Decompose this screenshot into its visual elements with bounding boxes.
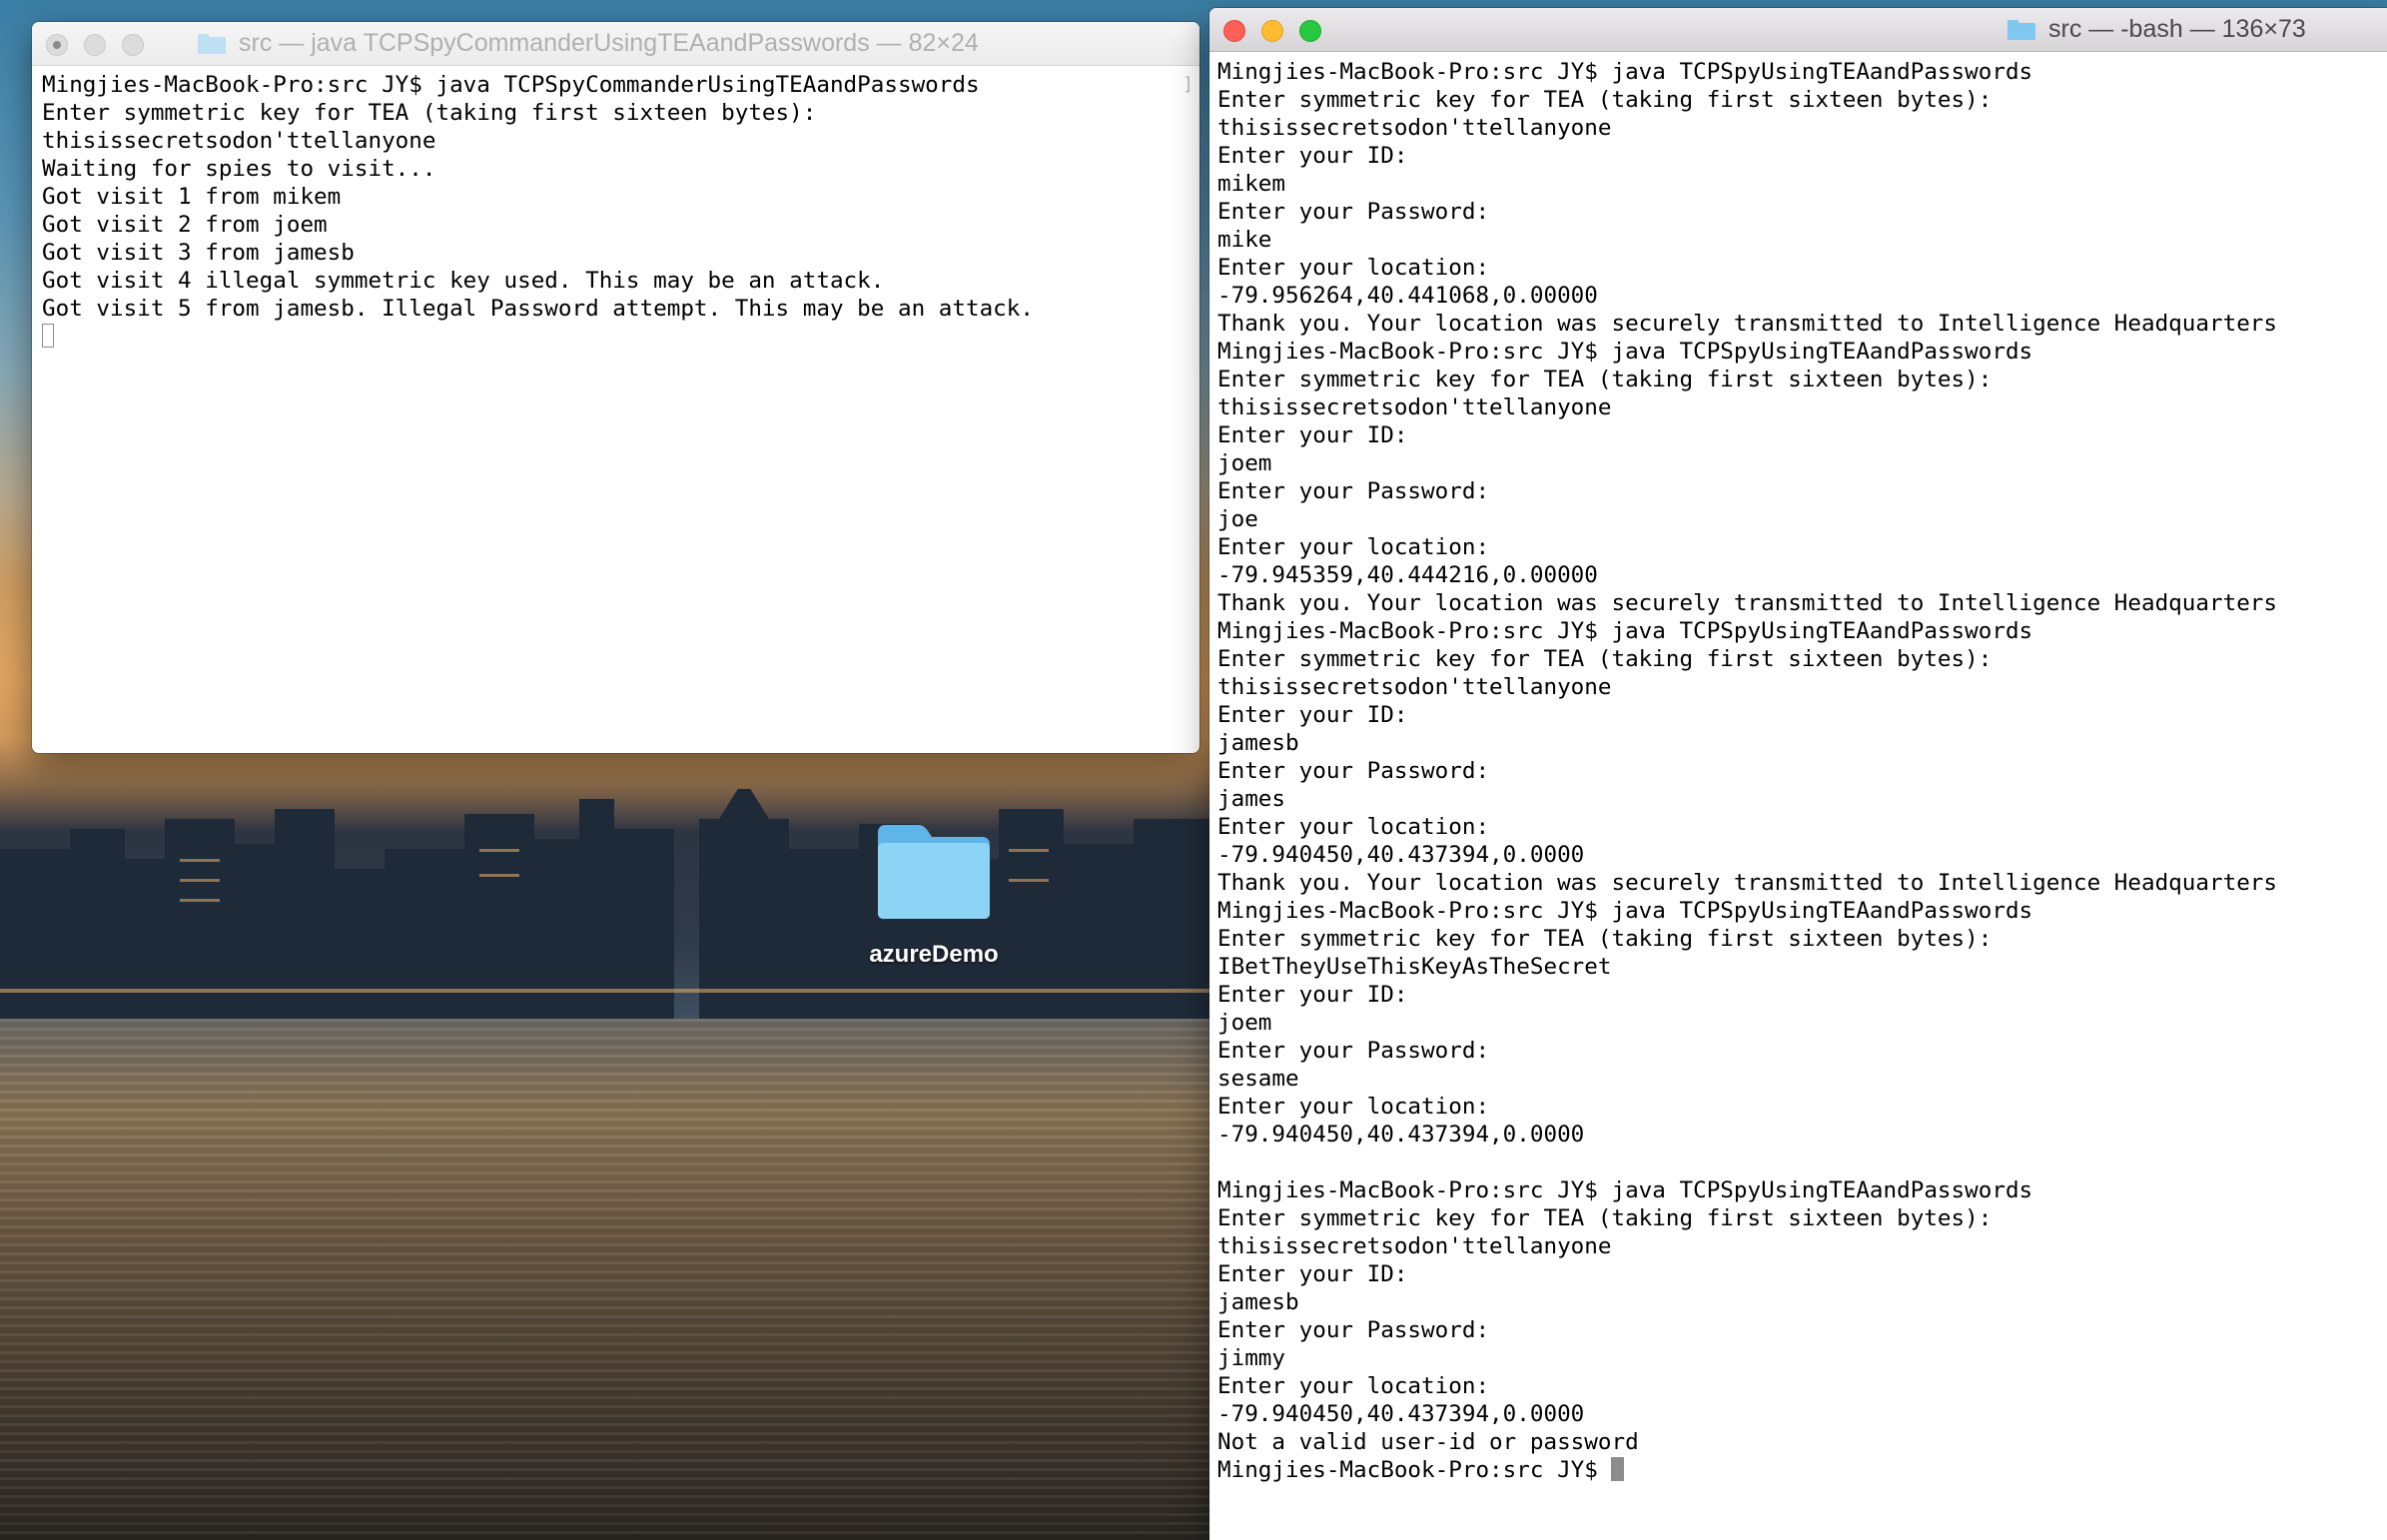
terminal-line: -79.956264,40.441068,0.00000 xyxy=(1217,283,1598,309)
terminal-line: Mingjies-MacBook-Pro:src JY$ java TCPSpy… xyxy=(1217,1177,2033,1203)
terminal-line: Enter your Password: xyxy=(1217,1038,1490,1064)
terminal-line: Got visit 5 from jamesb. Illegal Passwor… xyxy=(42,296,1034,322)
window-titlebar[interactable]: src — -bash — 136×73 xyxy=(1209,8,2387,52)
shell-prompt: Mingjies-MacBook-Pro:src JY$ xyxy=(1217,1457,1612,1483)
terminal-line: Enter symmetric key for TEA (taking firs… xyxy=(1217,1205,1992,1231)
minimize-button[interactable] xyxy=(1261,20,1283,42)
folder-icon xyxy=(878,825,990,919)
terminal-line: Enter your Password: xyxy=(1217,758,1490,784)
scroll-indicator: ] xyxy=(1183,74,1194,95)
close-button[interactable] xyxy=(1223,20,1245,42)
terminal-line: Got visit 2 from joem xyxy=(42,212,328,238)
window-title: src — java TCPSpyCommanderUsingTEAandPas… xyxy=(197,22,1199,65)
terminal-line: Enter your Password: xyxy=(1217,478,1490,504)
text-cursor xyxy=(42,324,54,348)
terminal-line: Got visit 4 illegal symmetric key used. … xyxy=(42,268,885,294)
commander-terminal-window[interactable]: src — java TCPSpyCommanderUsingTEAandPas… xyxy=(32,22,1199,753)
folder-icon xyxy=(197,32,227,56)
terminal-line: Not a valid user-id or password xyxy=(1217,1429,1639,1455)
terminal-line: Enter your location: xyxy=(1217,1094,1490,1120)
spy-terminal-window[interactable]: src — -bash — 136×73 Mingjies-MacBook-Pr… xyxy=(1209,8,2387,1540)
river-water-image xyxy=(0,1019,1213,1540)
terminal-line: thisissecretsodon'ttellanyone xyxy=(1217,674,1612,700)
terminal-line: Enter your Password: xyxy=(1217,199,1490,225)
terminal-line: Enter your location: xyxy=(1217,814,1490,840)
terminal-line: Got visit 3 from jamesb xyxy=(42,240,355,266)
terminal-line: thisissecretsodon'ttellanyone xyxy=(1217,394,1612,420)
terminal-line: sesame xyxy=(1217,1066,1299,1092)
terminal-line: Enter symmetric key for TEA (taking firs… xyxy=(1217,87,1992,113)
window-controls xyxy=(46,34,160,56)
terminal-line: Mingjies-MacBook-Pro:src JY$ java TCPSpy… xyxy=(42,72,980,98)
terminal-line: Enter your ID: xyxy=(1217,143,1408,169)
terminal-line: thisissecretsodon'ttellanyone xyxy=(1217,1233,1612,1259)
zoom-button[interactable] xyxy=(1299,20,1321,42)
text-cursor xyxy=(1611,1457,1625,1481)
terminal-output[interactable]: Mingjies-MacBook-Pro:src JY$ java TCPSpy… xyxy=(1209,52,2387,1490)
terminal-line: thisissecretsodon'ttellanyone xyxy=(1217,115,1612,141)
desktop-folder-label: azureDemo xyxy=(869,941,999,968)
terminal-line: Enter your Password: xyxy=(1217,1317,1490,1343)
terminal-line: Enter symmetric key for TEA (taking firs… xyxy=(42,100,817,126)
terminal-line: Waiting for spies to visit... xyxy=(42,156,436,182)
terminal-line: Mingjies-MacBook-Pro:src JY$ java TCPSpy… xyxy=(1217,618,2033,644)
window-titlebar[interactable]: src — java TCPSpyCommanderUsingTEAandPas… xyxy=(32,22,1199,66)
desktop-folder-azuredemo[interactable]: azureDemo xyxy=(859,819,1009,969)
terminal-line: -79.945359,40.444216,0.00000 xyxy=(1217,562,1598,588)
terminal-output[interactable]: Mingjies-MacBook-Pro:src JY$ java TCPSpy… xyxy=(32,66,1199,357)
terminal-line: Enter your ID: xyxy=(1217,1261,1408,1287)
city-skyline-image xyxy=(0,789,1213,1019)
window-title-text: src — -bash — 136×73 xyxy=(2048,15,2306,43)
window-title: src — -bash — 136×73 xyxy=(2006,8,2387,51)
minimize-button[interactable] xyxy=(84,34,106,56)
terminal-line: IBetTheyUseThisKeyAsTheSecret xyxy=(1217,954,1612,980)
folder-icon xyxy=(2006,18,2036,42)
cursor-line xyxy=(42,323,1192,351)
terminal-line: -79.940450,40.437394,0.0000 xyxy=(1217,1122,1585,1148)
terminal-line: Enter your location: xyxy=(1217,1373,1490,1399)
terminal-line: Enter symmetric key for TEA (taking firs… xyxy=(1217,926,1992,952)
terminal-line: Enter your location: xyxy=(1217,534,1490,560)
terminal-line: Mingjies-MacBook-Pro:src JY$ java TCPSpy… xyxy=(1217,339,2033,365)
prompt-line: Mingjies-MacBook-Pro:src JY$ xyxy=(1217,1456,2379,1484)
desktop-background: azureDemo src — java TCPSpyCommanderUsin… xyxy=(0,0,2387,1540)
terminal-line: Enter your ID: xyxy=(1217,702,1408,728)
zoom-button[interactable] xyxy=(122,34,144,56)
window-title-text: src — java TCPSpyCommanderUsingTEAandPas… xyxy=(239,29,979,57)
terminal-line: Enter your ID: xyxy=(1217,422,1408,448)
terminal-line: jamesb xyxy=(1217,730,1299,756)
terminal-line: -79.940450,40.437394,0.0000 xyxy=(1217,842,1585,868)
terminal-line: Got visit 1 from mikem xyxy=(42,184,342,210)
terminal-line: Thank you. Your location was securely tr… xyxy=(1217,590,2278,616)
close-button[interactable] xyxy=(46,34,68,56)
terminal-line: Enter symmetric key for TEA (taking firs… xyxy=(1217,367,1992,392)
terminal-line: Thank you. Your location was securely tr… xyxy=(1217,311,2278,337)
terminal-line: mikem xyxy=(1217,171,1286,197)
terminal-line: Mingjies-MacBook-Pro:src JY$ java TCPSpy… xyxy=(1217,59,2033,85)
terminal-line: Enter symmetric key for TEA (taking firs… xyxy=(1217,646,1992,672)
terminal-line: Enter your ID: xyxy=(1217,982,1408,1008)
terminal-line: thisissecretsodon'ttellanyone xyxy=(42,128,436,154)
terminal-line: james xyxy=(1217,786,1286,812)
terminal-line: Thank you. Your location was securely tr… xyxy=(1217,870,2278,896)
terminal-line: Enter your location: xyxy=(1217,255,1490,281)
terminal-line: mike xyxy=(1217,227,1272,253)
terminal-line: -79.940450,40.437394,0.0000 xyxy=(1217,1401,1585,1427)
terminal-line: Mingjies-MacBook-Pro:src JY$ java TCPSpy… xyxy=(1217,898,2033,924)
terminal-line: jamesb xyxy=(1217,1289,1299,1315)
terminal-line: joem xyxy=(1217,1010,1272,1036)
terminal-line: jimmy xyxy=(1217,1345,1286,1371)
window-controls xyxy=(1223,20,1337,42)
terminal-line: joe xyxy=(1217,506,1258,532)
terminal-line: joem xyxy=(1217,450,1272,476)
